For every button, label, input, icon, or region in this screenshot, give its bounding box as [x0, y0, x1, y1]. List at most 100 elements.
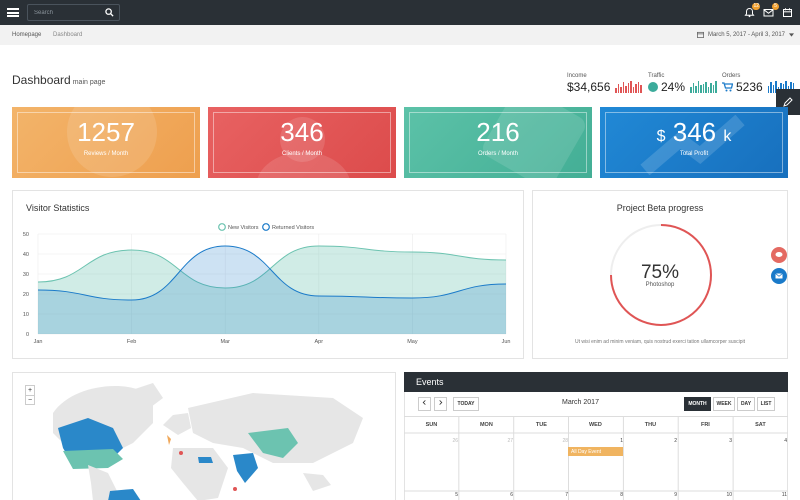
notifications-badge: 12	[752, 3, 760, 10]
calendar-icon[interactable]	[782, 7, 793, 18]
traffic-sparkline	[690, 81, 717, 93]
page-title-text: Dashboard	[12, 73, 71, 87]
calendar-month-title: March 2017	[562, 399, 599, 406]
notifications-bell-icon[interactable]: 12	[744, 3, 760, 18]
project-percent: 75%	[640, 262, 680, 283]
calendar-view-month[interactable]: MONTH	[684, 397, 711, 411]
weekday-header: TUE	[535, 422, 547, 428]
mail-fab-button[interactable]	[771, 268, 787, 284]
calendar-day[interactable]: 4	[769, 438, 787, 444]
top-navbar: 12 5	[0, 0, 800, 25]
page-subtitle: main page	[72, 79, 106, 86]
breadcrumb-current: Dashboard	[53, 32, 83, 38]
calendar-day[interactable]: 7	[550, 492, 568, 498]
calendar-day[interactable]: 11	[769, 492, 787, 498]
calendar-today-button[interactable]: TODAY	[453, 397, 479, 411]
reviews-card: 1257 Reviews / Month	[12, 107, 200, 178]
profit-prefix: $	[656, 128, 666, 145]
x-tick-label: Apr	[315, 339, 324, 345]
calendar-next-button[interactable]	[434, 397, 447, 411]
weekday-header: SUN	[425, 422, 438, 428]
income-label: Income	[567, 73, 587, 79]
traffic-label: Traffic	[648, 73, 665, 79]
chevron-right-icon	[439, 400, 443, 405]
calendar-icon	[697, 31, 704, 38]
chat-bubble-icon	[775, 252, 783, 257]
calendar-day[interactable]: 9	[659, 492, 677, 498]
calendar-day[interactable]: 2	[659, 438, 677, 444]
orders-value: 5236	[736, 80, 763, 94]
project-description: Ut wisi enim ad minim veniam, quis nostr…	[574, 339, 746, 345]
messages-envelope-icon[interactable]: 5	[763, 3, 779, 18]
y-tick-label: 10	[23, 312, 29, 318]
calendar-day[interactable]: 5	[440, 492, 458, 498]
weekday-header: THU	[644, 422, 657, 428]
calendar-prev-button[interactable]	[418, 397, 431, 411]
orders-card-value: 216	[476, 117, 520, 147]
orders-card-label: Orders / Month	[477, 151, 518, 157]
profit-number: 346	[672, 117, 717, 147]
date-range-text: March 5, 2017 - April 3, 2017	[707, 31, 785, 38]
x-tick-label: Jun	[502, 339, 511, 345]
search-input[interactable]	[34, 7, 104, 19]
menu-toggle-icon[interactable]	[7, 8, 19, 17]
events-header: Events	[404, 372, 788, 392]
legend-marker	[218, 223, 226, 231]
income-stat: Income $34,656	[567, 73, 642, 94]
profit-card: $ 346 k Total Profit	[600, 107, 788, 178]
income-value: $34,656	[567, 80, 611, 94]
y-tick-label: 0	[26, 332, 29, 338]
reviews-value: 1257	[77, 117, 135, 147]
date-range-picker[interactable]: March 5, 2017 - April 3, 2017	[697, 31, 794, 38]
clients-label: Clients / Month	[281, 151, 323, 157]
calendar-event[interactable]: All Day Event	[568, 447, 623, 456]
income-sparkline	[615, 81, 642, 93]
visitor-statistics-chart: 0 10 20 30 40 50 Jan Feb Mar Apr May Jun New Visitor…	[23, 223, 511, 345]
calendar-view-week[interactable]: WEEK	[713, 397, 735, 411]
x-tick-label: Feb	[127, 339, 136, 345]
search-icon[interactable]	[105, 8, 114, 17]
calendar-view-list[interactable]: LIST	[757, 397, 775, 411]
calendar-day[interactable]: 6	[495, 492, 513, 498]
calendar-grid	[404, 416, 788, 500]
breadcrumb-home-link[interactable]: Homepage	[12, 32, 41, 38]
envelope-icon	[775, 273, 783, 279]
profit-value: $ 346 k	[600, 117, 788, 148]
legend-marker	[262, 223, 270, 231]
weekday-header: MON	[479, 422, 493, 428]
weekday-header: FRI	[700, 422, 710, 428]
x-tick-label: Jan	[34, 339, 43, 345]
calendar-day[interactable]: 3	[714, 438, 732, 444]
world-map[interactable]	[13, 373, 396, 500]
calendar-day[interactable]: 10	[714, 492, 732, 498]
visitor-statistics-panel: Visitor Statistics 0 10 20 30 40 50 Jan Feb Mar A…	[12, 190, 524, 359]
y-tick-label: 20	[23, 292, 29, 298]
map-zoom-out-button[interactable]: −	[26, 395, 34, 404]
calendar-view-day[interactable]: DAY	[737, 397, 755, 411]
pencil-icon	[783, 97, 793, 107]
chevron-left-icon	[422, 400, 426, 405]
profit-label: Total Profit	[679, 151, 709, 157]
calendar-day[interactable]: 26	[440, 438, 458, 444]
orders-label: Orders	[722, 73, 741, 79]
page-title: Dashboard main page	[12, 73, 105, 87]
traffic-value: 24%	[661, 80, 686, 94]
search-box	[27, 4, 120, 21]
calendar-day[interactable]: 1	[605, 438, 623, 444]
legend-label: New Visitors	[228, 225, 259, 231]
traffic-stat: Traffic 24%	[648, 73, 717, 94]
calendar-day[interactable]: 8	[605, 492, 623, 498]
messages-badge: 5	[772, 3, 779, 10]
x-tick-label: Mar	[220, 339, 230, 345]
shopping-cart-icon	[722, 82, 733, 92]
traffic-globe-icon	[648, 82, 658, 92]
map-zoom-in-button[interactable]: +	[26, 386, 34, 395]
world-map-panel: + −	[12, 372, 396, 500]
chat-fab-button[interactable]	[771, 247, 787, 263]
y-tick-label: 50	[23, 232, 29, 238]
calendar-day[interactable]: 27	[495, 438, 513, 444]
calendar-day[interactable]: 28	[550, 438, 568, 444]
weekday-header: SAT	[755, 422, 766, 428]
orders-card: 216 Orders / Month	[404, 107, 592, 178]
y-tick-label: 40	[23, 252, 29, 258]
